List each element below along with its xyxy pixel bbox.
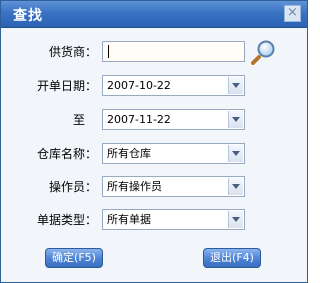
close-icon: × <box>287 5 298 20</box>
end-date-label: 至 <box>72 113 85 127</box>
operator-select[interactable]: 所有操作员 <box>102 176 245 197</box>
supplier-input[interactable] <box>102 41 245 62</box>
exit-button[interactable]: 退出(F4) <box>203 248 261 268</box>
chevron-down-icon <box>232 83 240 88</box>
doc-type-value: 所有单据 <box>107 213 151 226</box>
doc-type-select[interactable]: 所有单据 <box>102 209 245 230</box>
operator-value: 所有操作员 <box>107 180 162 193</box>
chevron-down-icon <box>232 151 240 156</box>
end-date-value: 2007-11-22 <box>107 113 171 126</box>
end-date-picker[interactable]: 2007-11-22 <box>102 109 245 130</box>
doc-type-dropdown-button[interactable] <box>228 211 243 228</box>
doc-type-label: 单据类型： <box>36 213 97 227</box>
search-button[interactable] <box>251 39 277 65</box>
magnifier-icon <box>251 40 275 65</box>
close-button[interactable]: × <box>284 5 301 22</box>
end-date-dropdown-button[interactable] <box>228 111 243 128</box>
operator-label: 操作员： <box>48 180 97 194</box>
chevron-down-icon <box>232 217 240 222</box>
chevron-down-icon <box>232 117 240 122</box>
title-bar[interactable]: 查找 × <box>1 1 307 28</box>
ok-button[interactable]: 确定(F5) <box>45 248 103 268</box>
warehouse-dropdown-button[interactable] <box>228 145 243 162</box>
start-date-dropdown-button[interactable] <box>228 77 243 94</box>
supplier-label: 供货商： <box>48 45 97 59</box>
warehouse-value: 所有仓库 <box>107 147 151 160</box>
start-date-picker[interactable]: 2007-10-22 <box>102 75 245 96</box>
dialog-title: 查找 <box>13 8 43 24</box>
start-date-value: 2007-10-22 <box>107 79 171 92</box>
text-caret <box>108 45 109 58</box>
warehouse-select[interactable]: 所有仓库 <box>102 143 245 164</box>
chevron-down-icon <box>232 184 240 189</box>
warehouse-label: 仓库名称： <box>36 147 97 161</box>
operator-dropdown-button[interactable] <box>228 178 243 195</box>
find-dialog: 查找 × 供货商： 开单日期： 2007-10-22 至 2007-11-22 … <box>0 0 308 283</box>
start-date-label: 开单日期： <box>36 79 97 93</box>
